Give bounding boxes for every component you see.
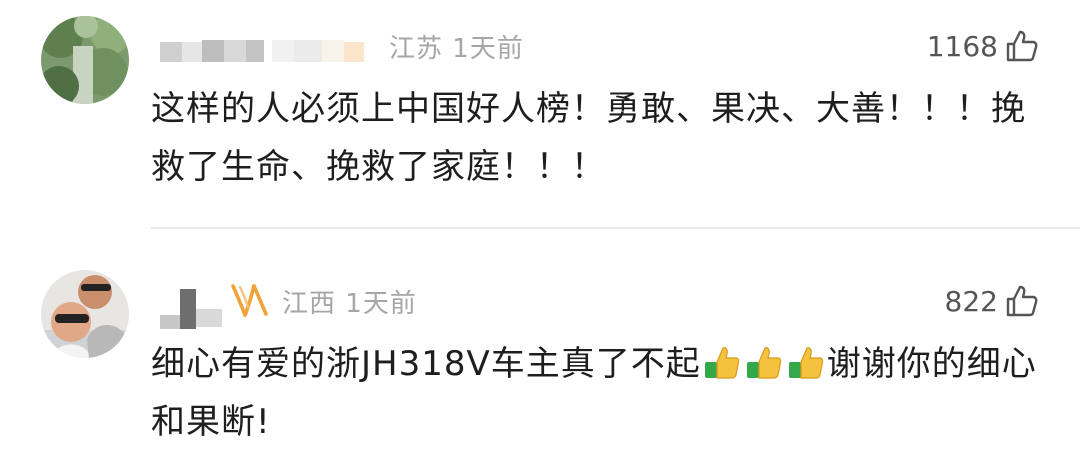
comment-text-part: 细心有爱的浙JH318V车主真了不起: [151, 344, 701, 384]
thumbs-up-emoji-icon: [703, 340, 741, 379]
comment-meta: 江西 1天前: [282, 283, 417, 320]
thumbs-up-emoji-icon: [745, 340, 783, 379]
location-text: 江西: [282, 289, 337, 319]
vip-badge-icon: [228, 281, 270, 319]
comment-item: 江西 1天前 822 细心有爱的浙JH318V车主真了不起 谢谢你的细心和果断!: [0, 229, 1080, 461]
like-count: 1168: [926, 29, 998, 63]
username-blurred[interactable]: [160, 34, 365, 64]
like-button[interactable]: 822: [945, 283, 1040, 319]
time-text: 1天前: [452, 34, 524, 64]
thumbs-up-icon[interactable]: [1004, 283, 1040, 319]
thumbs-up-emoji-icon: [787, 340, 825, 379]
comment-text: 细心有爱的浙JH318V车主真了不起 谢谢你的细心和果断!: [151, 335, 1041, 451]
location-text: 江苏: [389, 34, 444, 64]
avatar[interactable]: [41, 270, 129, 358]
comment-text: 这样的人必须上中国好人榜！勇敢、果决、大善！！！挽救了生命、挽救了家庭！！！: [151, 89, 1026, 187]
comment-item: 江苏 1天前 1168 这样的人必须上中国好人榜！勇敢、果决、大善！！！挽救了生…: [0, 0, 1080, 229]
like-count: 822: [944, 284, 998, 318]
comment-meta: 江苏 1天前: [389, 28, 524, 65]
avatar[interactable]: [41, 16, 129, 104]
like-button[interactable]: 1168: [927, 28, 1040, 64]
time-text: 1天前: [345, 289, 417, 319]
username-blurred[interactable]: [158, 287, 226, 335]
thumbs-up-icon[interactable]: [1004, 28, 1040, 64]
